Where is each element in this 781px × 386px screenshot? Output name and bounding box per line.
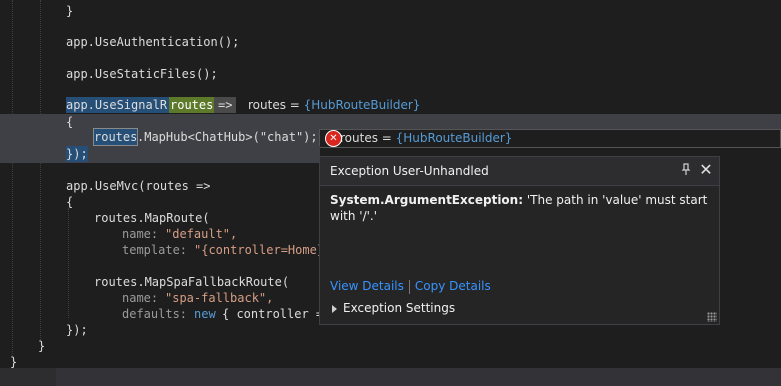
exception-settings-toggle[interactable]: Exception Settings	[332, 301, 455, 315]
closing-brace: }	[66, 4, 74, 18]
pin-icon[interactable]	[680, 163, 692, 177]
close-icon[interactable]: ✕	[697, 161, 715, 179]
code-text: app.UseAuthentication();	[66, 35, 240, 49]
indent-guide	[12, 0, 13, 356]
code-text: });	[66, 146, 88, 162]
maphub-call: .MapHub<ChatHub>("chat");	[137, 130, 318, 144]
code-line-close-method: }	[0, 338, 781, 354]
code-text: routes.MapSpaFallbackRoute(	[94, 275, 290, 289]
exception-settings-label: Exception Settings	[343, 301, 456, 315]
datatip-name: routes =	[248, 98, 304, 112]
string-default: "default",	[165, 227, 238, 241]
param-name: name:	[122, 291, 159, 305]
code-line-use-static-files: app.UseStaticFiles();	[0, 66, 781, 82]
param-name: name:	[122, 227, 159, 241]
datatip-type: {HubRouteBuilder}	[303, 98, 421, 112]
expand-triangle-icon	[332, 304, 337, 313]
code-line-1: }	[0, 3, 781, 19]
keyword-new: new	[194, 307, 216, 321]
code-line-use-authentication: app.UseAuthentication();	[0, 34, 781, 50]
exception-message: System.ArgumentException: 'The path in '…	[330, 192, 710, 224]
lambda-arrow: =>	[214, 97, 237, 113]
code-text: {	[66, 115, 74, 129]
code-text: { controller =	[222, 307, 324, 321]
code-text-signalr: app.UseSignalR(	[66, 97, 175, 113]
param-defaults: defaults:	[122, 307, 188, 321]
indent-guide	[68, 208, 69, 318]
view-details-link[interactable]: View Details	[330, 279, 404, 293]
datatip-name: routes =	[340, 131, 396, 145]
exception-popup-header: Exception User-Unhandled ✕	[320, 157, 719, 186]
datatip-type: {HubRouteBuilder}	[395, 131, 513, 145]
code-text: routes.MapRoute(	[94, 211, 210, 225]
exception-type: System.ArgumentException:	[330, 193, 524, 207]
exception-popup: Exception User-Unhandled ✕ System.Argume…	[319, 156, 720, 325]
indent-guide	[40, 0, 41, 340]
error-circle-icon[interactable]: ✕	[325, 130, 342, 147]
routes-param-highlight[interactable]: routes	[169, 97, 215, 113]
code-text: app.UseStaticFiles();	[66, 67, 218, 81]
string-template: "{controller=Home}	[194, 243, 325, 257]
datatip-routes-1[interactable]: routes = {HubRouteBuilder}	[248, 97, 420, 113]
link-divider	[408, 279, 410, 294]
copy-details-link[interactable]: Copy Details	[415, 279, 491, 293]
string-spa-fallback: "spa-fallback",	[165, 291, 274, 305]
routes-selected[interactable]: routes	[92, 128, 139, 146]
editor-bottom-strip-left	[0, 368, 56, 386]
code-line-use-signalr: app.UseSignalR( routes => routes = {HubR…	[0, 97, 781, 113]
code-text: });	[66, 323, 88, 337]
exception-title: Exception User-Unhandled	[330, 164, 489, 178]
code-line-close-signalr: });	[0, 146, 320, 163]
exception-links: View Details Copy Details	[330, 279, 491, 294]
code-text: }	[38, 339, 46, 353]
resize-grip-icon[interactable]	[707, 312, 717, 322]
editor-bottom-strip	[0, 368, 781, 386]
param-template: template:	[122, 243, 188, 257]
code-text: app.UseMvc(routes =>	[66, 179, 211, 193]
datatip-routes-2[interactable]: routes = {HubRouteBuilder}	[319, 129, 781, 148]
